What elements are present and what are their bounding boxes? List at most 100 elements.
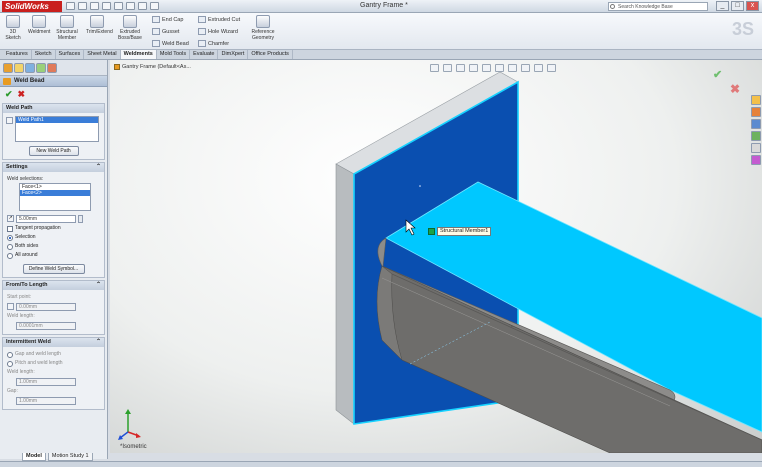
print-icon[interactable] xyxy=(102,2,111,10)
gap-and-weld-length-radio[interactable] xyxy=(7,351,13,358)
weld-path-header[interactable]: Weld Path xyxy=(3,104,104,113)
pitch-and-weld-length-option[interactable]: Pitch and weld length xyxy=(7,359,100,368)
weldment-button[interactable]: Weldment xyxy=(28,15,50,35)
weld-path-list[interactable]: Weld Path1 xyxy=(15,116,99,142)
gusset-button[interactable]: Gusset xyxy=(152,28,179,35)
previous-view-icon[interactable] xyxy=(456,64,465,72)
gap-field: 1.00mm xyxy=(7,396,100,405)
3d-sketch-button[interactable]: 3D Sketch xyxy=(2,15,24,41)
weld-length-input[interactable]: 0.0001mm xyxy=(16,321,76,330)
tab-features[interactable]: Features xyxy=(3,50,32,59)
graphics-viewport[interactable]: Gantry Frame (Default<As... ✔ ✖ Structur… xyxy=(110,60,762,453)
edit-appearance-icon[interactable] xyxy=(521,64,530,72)
tangent-propagation-option[interactable]: Tangent propagation xyxy=(7,224,100,233)
gusset-icon xyxy=(152,28,160,35)
configuration-manager-tab-icon[interactable] xyxy=(25,63,35,73)
tab-sheet-metal[interactable]: Sheet Metal xyxy=(84,50,121,59)
sketch-point xyxy=(419,185,421,187)
from-to-length-header[interactable]: From/To Length ⌃ xyxy=(3,281,104,290)
define-weld-symbol-button[interactable]: Define Weld Symbol... xyxy=(22,264,85,274)
tab-evaluate[interactable]: Evaluate xyxy=(190,50,219,59)
save-icon[interactable] xyxy=(90,2,99,10)
open-icon[interactable] xyxy=(78,2,87,10)
view-palette-icon[interactable] xyxy=(751,131,761,141)
gap-and-weld-length-option[interactable]: Gap and weld length xyxy=(7,350,100,359)
solidworks-logo[interactable]: SolidWorks xyxy=(2,1,62,12)
hole-wizard-button[interactable]: Hole Wizard xyxy=(198,28,238,35)
close-button[interactable]: x xyxy=(746,1,759,11)
start-point-input[interactable]: 0.00mm xyxy=(16,302,76,311)
tab-sketch[interactable]: Sketch xyxy=(32,50,56,59)
weld-bead-button[interactable]: Weld Bead xyxy=(152,40,189,47)
view-settings-icon[interactable] xyxy=(547,64,556,72)
tangent-propagation-checkbox[interactable] xyxy=(7,225,13,232)
model-tabs: Model Motion Study 1 xyxy=(0,453,120,461)
flyout-feature-tree[interactable]: Gantry Frame (Default<As... xyxy=(114,64,191,70)
appearances-icon[interactable] xyxy=(751,143,761,153)
tab-office-products[interactable]: Office Products xyxy=(248,50,293,59)
both-sides-option[interactable]: Both sides xyxy=(7,242,100,251)
property-manager-tab-icon[interactable] xyxy=(14,63,24,73)
apply-scene-icon[interactable] xyxy=(534,64,543,72)
options-icon[interactable] xyxy=(150,2,159,10)
zoom-to-area-icon[interactable] xyxy=(443,64,452,72)
resources-icon[interactable] xyxy=(751,95,761,105)
weld-bead-icon xyxy=(152,40,160,47)
tab-dimxpert[interactable]: DimXpert xyxy=(218,50,249,59)
list-item[interactable]: Weld Path1 xyxy=(16,117,98,123)
display-manager-tab-icon[interactable] xyxy=(47,63,57,73)
selection-option[interactable]: Selection xyxy=(7,233,100,242)
rebuild-icon[interactable] xyxy=(138,2,147,10)
structural-member-button[interactable]: Structural Member xyxy=(56,15,78,41)
view-orientation-icon[interactable] xyxy=(482,64,491,72)
tab-mold-tools[interactable]: Mold Tools xyxy=(157,50,191,59)
tab-model[interactable]: Model xyxy=(22,453,46,461)
tab-motion-study[interactable]: Motion Study 1 xyxy=(47,453,93,461)
reference-geometry-button[interactable]: Reference Geometry xyxy=(248,15,278,41)
cancel-x-icon[interactable]: ✖ xyxy=(18,89,26,99)
extruded-cut-button[interactable]: Extruded Cut xyxy=(198,16,240,23)
feature-manager-tab-icon[interactable] xyxy=(3,63,13,73)
search-knowledge-base-input[interactable]: Search Knowledge Base xyxy=(608,2,708,11)
intermittent-weld-length-input[interactable]: 1.00mm xyxy=(16,377,76,386)
chamfer-button[interactable]: Chamfer xyxy=(198,40,229,47)
pitch-and-weld-length-radio[interactable] xyxy=(7,360,13,367)
design-library-icon[interactable] xyxy=(751,107,761,117)
tab-surfaces[interactable]: Surfaces xyxy=(56,50,85,59)
3d-model-scene[interactable] xyxy=(110,60,762,453)
collapse-chevron-icon: ⌃ xyxy=(95,164,101,170)
dimxpert-manager-tab-icon[interactable] xyxy=(36,63,46,73)
new-icon[interactable] xyxy=(66,2,75,10)
settings-header[interactable]: Settings ⌃ xyxy=(3,163,104,172)
new-weld-path-button[interactable]: New Weld Path xyxy=(28,146,79,156)
select-icon[interactable] xyxy=(126,2,135,10)
quick-access-toolbar xyxy=(66,2,159,10)
list-item[interactable]: Face<2> xyxy=(20,190,90,196)
trim-extend-button[interactable]: Trim/Extend xyxy=(86,15,113,35)
intermittent-weld-header[interactable]: Intermittent Weld ⌃ xyxy=(3,338,104,347)
bead-size-spinner[interactable] xyxy=(78,214,83,223)
weld-selections-list[interactable]: Face<1> Face<2> xyxy=(19,183,91,211)
undo-icon[interactable] xyxy=(114,2,123,10)
maximize-button[interactable]: □ xyxy=(731,1,744,11)
minimize-button[interactable]: _ xyxy=(716,1,729,11)
bead-size-input[interactable]: 5.00mm xyxy=(16,214,76,223)
section-view-icon[interactable] xyxy=(469,64,478,72)
both-sides-radio[interactable] xyxy=(7,243,13,250)
confirmation-ok-icon[interactable]: ✔ xyxy=(713,68,722,81)
chamfer-icon xyxy=(198,40,206,47)
selection-radio[interactable] xyxy=(7,234,13,241)
display-style-icon[interactable] xyxy=(495,64,504,72)
extruded-boss-base-button[interactable]: Extruded Boss/Base xyxy=(116,15,144,41)
all-around-option[interactable]: All around xyxy=(7,251,100,260)
zoom-to-fit-icon[interactable] xyxy=(430,64,439,72)
hide-show-items-icon[interactable] xyxy=(508,64,517,72)
ok-checkmark-icon[interactable]: ✔ xyxy=(5,89,13,99)
confirmation-cancel-icon[interactable]: ✖ xyxy=(730,82,740,96)
gap-input[interactable]: 1.00mm xyxy=(16,396,76,405)
custom-properties-icon[interactable] xyxy=(751,155,761,165)
end-cap-button[interactable]: End Cap xyxy=(152,16,183,23)
all-around-radio[interactable] xyxy=(7,252,13,259)
file-explorer-icon[interactable] xyxy=(751,119,761,129)
tab-weldments[interactable]: Weldments xyxy=(120,50,157,59)
